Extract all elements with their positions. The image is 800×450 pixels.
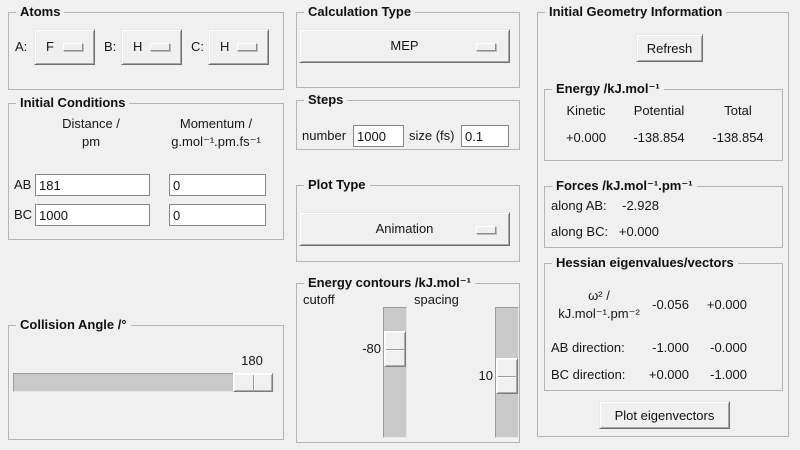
slider-thumb-ridge [253, 375, 255, 390]
calculation-type-dropdown[interactable]: MEP [299, 29, 510, 63]
cutoff-label: cutoff [303, 292, 335, 308]
energy-value-total: -138.854 [697, 130, 779, 146]
bc-direction-value-1: +0.000 [637, 367, 689, 383]
ab-distance-input[interactable] [35, 174, 150, 196]
initial-conditions-title: Initial Conditions [16, 95, 129, 111]
plot-type-title: Plot Type [304, 177, 370, 193]
atom-c-value: H [220, 39, 229, 55]
force-ab-value: -2.928 [609, 198, 659, 214]
slider-thumb-ridge [498, 376, 516, 378]
plot-eigenvectors-button[interactable]: Plot eigenvectors [599, 401, 730, 429]
momentum-header-line1: Momentum / [154, 116, 278, 132]
bc-momentum-input[interactable] [169, 204, 266, 226]
cutoff-value: -80 [337, 341, 381, 357]
steps-number-input[interactable] [353, 125, 404, 147]
energy-contours-group: Energy contours /kJ.mol⁻¹ cutoff spacing… [296, 283, 520, 443]
atom-a-label: A: [15, 39, 27, 55]
energy-value-potential: -138.854 [621, 130, 697, 146]
plot-type-dropdown[interactable]: Animation [299, 212, 510, 246]
spacing-slider-thumb[interactable] [496, 358, 518, 394]
initial-conditions-group: Initial Conditions Distance / pm Momentu… [8, 103, 284, 240]
forces-subgroup-title: Forces /kJ.mol⁻¹.pm⁻¹ [552, 178, 697, 194]
atom-c-dropdown[interactable]: H [208, 29, 269, 65]
ab-direction-label: AB direction: [551, 340, 625, 356]
ab-momentum-input[interactable] [169, 174, 266, 196]
force-bc-label: along BC: [551, 224, 608, 240]
spacing-value: 10 [449, 368, 493, 384]
steps-size-label: size (fs) [409, 128, 455, 144]
collision-angle-slider-thumb[interactable] [233, 373, 273, 392]
atom-a-value: F [46, 39, 54, 55]
hessian-subgroup: Hessian eigenvalues/vectors ω² / kJ.mol⁻… [544, 263, 783, 391]
calculation-type-group: Calculation Type MEP [296, 12, 520, 88]
ab-direction-value-2: -0.000 [695, 340, 747, 356]
hessian-eigenvalue-1: -0.056 [637, 297, 689, 313]
energy-value-kinetic: +0.000 [551, 130, 621, 146]
row-ab-label: AB [14, 177, 31, 193]
refresh-button[interactable]: Refresh [636, 34, 703, 62]
energy-header-potential: Potential [621, 103, 697, 119]
atom-c-label: C: [191, 39, 204, 55]
atom-b-value: H [133, 39, 142, 55]
distance-header-line1: Distance / [39, 116, 143, 132]
row-bc-label: BC [14, 207, 32, 223]
slider-thumb-ridge [386, 349, 404, 351]
energy-header-total: Total [697, 103, 779, 119]
hessian-subgroup-title: Hessian eigenvalues/vectors [552, 255, 738, 271]
energy-contours-title: Energy contours /kJ.mol⁻¹ [304, 275, 475, 291]
forces-subgroup: Forces /kJ.mol⁻¹.pm⁻¹ along AB: -2.928 a… [544, 186, 783, 248]
force-ab-label: along AB: [551, 198, 607, 214]
bc-direction-value-2: -1.000 [695, 367, 747, 383]
cutoff-slider-thumb[interactable] [384, 331, 406, 367]
dropdown-indicator-icon [476, 43, 496, 51]
geometry-info-group: Initial Geometry Information Refresh Ene… [537, 12, 789, 437]
dropdown-indicator-icon [237, 43, 257, 51]
ab-direction-value-1: -1.000 [637, 340, 689, 356]
force-bc-value: +0.000 [609, 224, 659, 240]
energy-header-kinetic: Kinetic [551, 103, 621, 119]
steps-number-label: number [302, 128, 346, 144]
atom-b-dropdown[interactable]: H [121, 29, 182, 65]
energy-subgroup: Energy /kJ.mol⁻¹ Kinetic Potential Total… [544, 89, 783, 161]
app-window: Atoms A: F B: H C: H Initial Conditions … [0, 0, 800, 450]
bc-direction-label: BC direction: [551, 367, 625, 383]
bc-distance-input[interactable] [35, 204, 150, 226]
atoms-group: Atoms A: F B: H C: H [8, 12, 284, 90]
spacing-label: spacing [414, 292, 459, 308]
steps-group: Steps number size (fs) [296, 100, 520, 150]
dropdown-indicator-icon [150, 43, 170, 51]
dropdown-indicator-icon [63, 43, 83, 51]
atom-a-dropdown[interactable]: F [34, 29, 95, 65]
collision-angle-group: Collision Angle /° 180 [8, 325, 284, 440]
collision-angle-value: 180 [227, 353, 277, 369]
plot-type-group: Plot Type Animation [296, 185, 520, 262]
energy-subgroup-title: Energy /kJ.mol⁻¹ [552, 81, 664, 97]
steps-size-input[interactable] [461, 125, 509, 147]
atoms-group-title: Atoms [16, 4, 64, 20]
steps-title: Steps [304, 92, 347, 108]
cutoff-slider-track[interactable] [383, 307, 407, 438]
distance-header-line2: pm [39, 134, 143, 150]
hessian-eigenvalue-2: +0.000 [695, 297, 747, 313]
dropdown-indicator-icon [476, 226, 496, 234]
geometry-info-title: Initial Geometry Information [545, 4, 726, 20]
momentum-header-line2: g.mol⁻¹.pm.fs⁻¹ [154, 134, 278, 150]
atom-b-label: B: [104, 39, 116, 55]
calculation-type-title: Calculation Type [304, 4, 415, 20]
collision-angle-title: Collision Angle /° [16, 317, 131, 333]
